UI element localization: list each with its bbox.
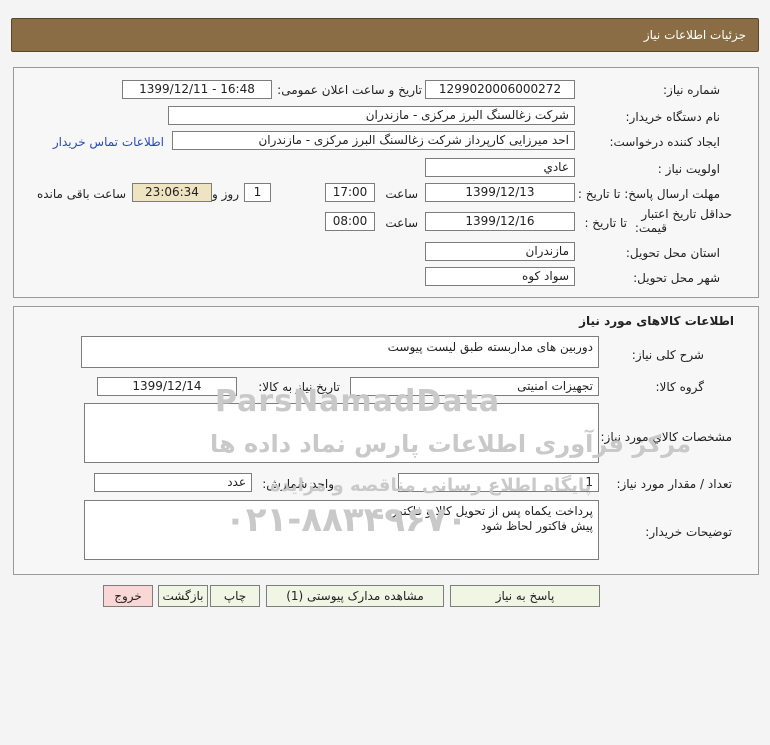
priority-field: عادي bbox=[425, 158, 575, 177]
validity-time-label: ساعت bbox=[385, 216, 418, 230]
validity-label-2: قیمت: bbox=[634, 221, 667, 235]
creator-field: احد میرزایی کارپرداز شرکت زغالسنگ البرز … bbox=[172, 131, 575, 150]
summary-field: دوربین های مداربسته طبق لیست پیوست bbox=[81, 336, 599, 368]
deadline-time-label: ساعت bbox=[385, 187, 418, 201]
page-header: جزئیات اطلاعات نیاز bbox=[11, 18, 759, 52]
summary-label: شرح کلی نیاز: bbox=[631, 348, 704, 362]
buyer-notes-line-1: پرداخت یکماه پس از تحویل کالا و فاکتور bbox=[391, 504, 593, 518]
details-panel bbox=[13, 67, 759, 298]
remaining-time-field: 23:06:34 bbox=[132, 183, 212, 202]
buyer-notes-line-2: پیش فاکتور لحاظ شود bbox=[480, 519, 593, 533]
buyer-org-field: شرکت زغالسنگ البرز مرکزی - مازندران bbox=[168, 106, 575, 125]
days-label: روز و bbox=[212, 187, 239, 201]
need-date-field: 1399/12/14 bbox=[97, 377, 237, 396]
attachments-button[interactable]: مشاهده مدارک پیوستی (1) bbox=[266, 585, 444, 607]
validity-date-field: 1399/12/16 bbox=[425, 212, 575, 231]
validity-time-field: 08:00 bbox=[325, 212, 375, 231]
city-field: سواد کوه bbox=[425, 267, 575, 286]
need-number-field: 1299020006000272 bbox=[425, 80, 575, 99]
province-field: مازندران bbox=[425, 242, 575, 261]
need-date-label: تاریخ نیاز به کالا: bbox=[258, 380, 340, 394]
goods-section-title: اطلاعات کالاهای مورد نیاز bbox=[579, 314, 734, 328]
print-button[interactable]: چاپ bbox=[210, 585, 260, 607]
buyer-notes-field: پرداخت یکماه پس از تحویل کالا و فاکتور پ… bbox=[84, 500, 599, 560]
group-label: گروه کالا: bbox=[655, 380, 705, 394]
deadline-time-field: 17:00 bbox=[325, 183, 375, 202]
buyer-org-label: نام دستگاه خریدار: bbox=[625, 110, 721, 124]
back-button[interactable]: بازگشت bbox=[158, 585, 208, 607]
exit-button[interactable]: خروج bbox=[103, 585, 153, 607]
specs-label: مشخصات کالاي مورد نیاز: bbox=[600, 430, 732, 444]
need-number-label: شماره نیاز: bbox=[663, 83, 720, 97]
unit-label: واحد شمارش: bbox=[262, 477, 334, 491]
page-title: جزئیات اطلاعات نیاز bbox=[643, 28, 746, 42]
validity-label-1: حداقل تاریخ اعتبار bbox=[641, 207, 732, 221]
creator-label: ایجاد کننده درخواست: bbox=[609, 135, 720, 149]
announce-field: 1399/12/11 - 16:48 bbox=[122, 80, 272, 99]
priority-label: اولویت نیاز : bbox=[657, 162, 720, 176]
city-label: شهر محل تحویل: bbox=[633, 271, 720, 285]
specs-field bbox=[84, 403, 599, 463]
deadline-date-field: 1399/12/13 bbox=[425, 183, 575, 202]
respond-button[interactable]: پاسخ به نیاز bbox=[450, 585, 600, 607]
group-field: تجهیزات امنیتی bbox=[350, 377, 599, 396]
announce-label: تاریخ و ساعت اعلان عمومی: bbox=[277, 83, 422, 97]
qty-field: 1 bbox=[398, 473, 599, 492]
buyer-notes-label: توضیحات خریدار: bbox=[645, 525, 732, 539]
deadline-label: مهلت ارسال پاسخ: تا تاریخ : bbox=[577, 187, 720, 201]
buyer-contact-link[interactable]: اطلاعات تماس خریدار bbox=[53, 135, 164, 149]
unit-field: عدد bbox=[94, 473, 252, 492]
province-label: استان محل تحویل: bbox=[625, 246, 720, 260]
remaining-label: ساعت باقی مانده bbox=[36, 187, 126, 201]
days-field: 1 bbox=[244, 183, 271, 202]
validity-to-label: تا تاریخ : bbox=[584, 216, 627, 230]
qty-label: تعداد / مقدار مورد نیاز: bbox=[616, 477, 732, 491]
